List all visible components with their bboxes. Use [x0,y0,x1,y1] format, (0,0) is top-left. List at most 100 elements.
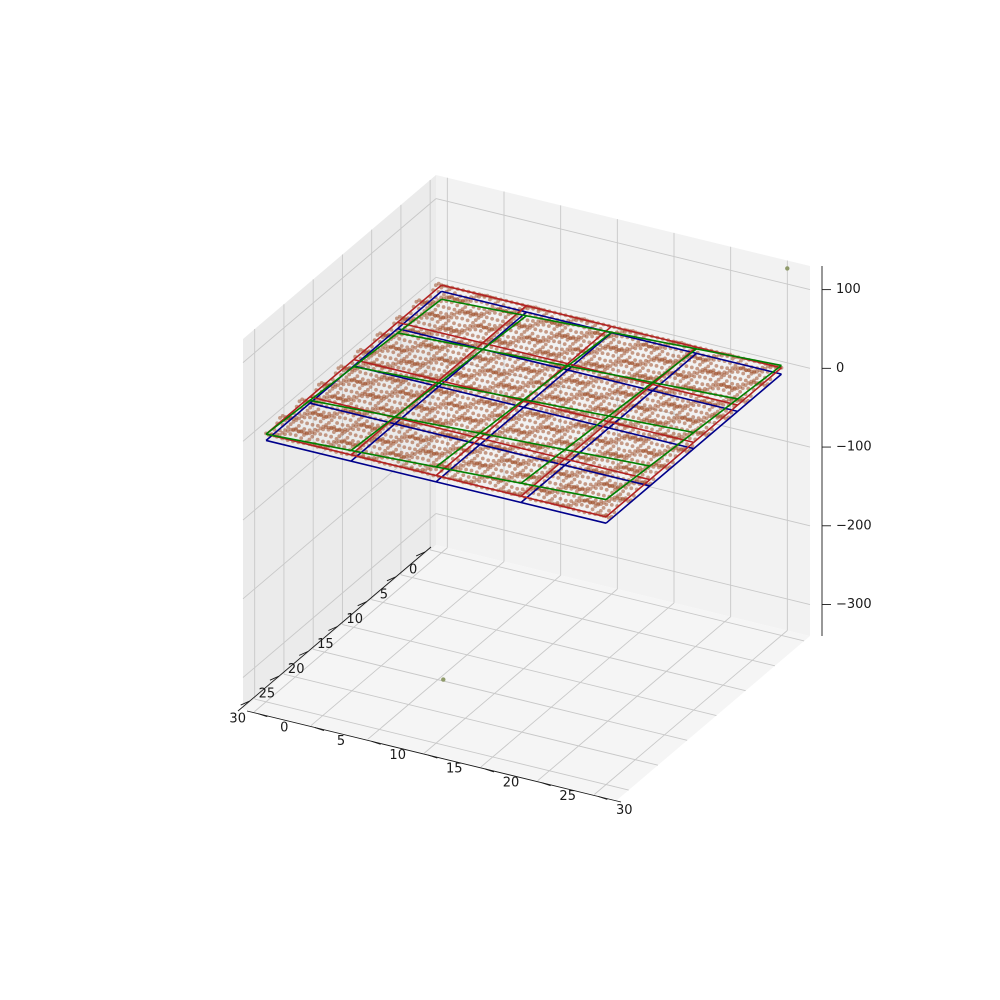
data-point [677,419,682,424]
data-point [357,398,362,403]
data-point [296,429,301,434]
data-point [541,322,546,327]
data-point [362,428,366,433]
data-point [493,483,498,488]
data-point [454,410,459,414]
data-point [636,352,640,357]
data-point [641,449,645,454]
data-point [578,471,582,475]
data-point [407,446,412,451]
data-point [384,408,388,413]
data-point [399,361,403,365]
data-point [464,348,469,353]
data-point [430,395,435,399]
data-point [545,367,550,372]
data-point [594,486,598,490]
data-point [694,409,698,414]
data-point [677,410,682,415]
data-point [535,363,539,368]
data-point [617,447,621,451]
data-point [733,367,738,371]
data-point [611,460,615,465]
data-point [376,401,381,405]
data-point [432,444,437,449]
data-point [466,396,470,401]
data-point [464,379,468,384]
data-point [463,311,467,316]
data-point [373,407,378,412]
data-point [642,403,647,408]
data-point [501,319,505,324]
data-point [415,443,420,448]
data-point [536,334,540,339]
data-point [515,486,520,491]
data-point [446,402,451,407]
data-point [582,403,587,408]
data-point [548,480,552,485]
x-tick-label: 15 [317,637,334,652]
data-point [454,441,458,446]
data-point [418,451,423,455]
data-point [535,429,540,434]
data-point [676,373,680,377]
data-point [494,360,499,365]
data-point [586,475,590,480]
data-point [278,416,282,420]
data-point [477,294,481,299]
z-tick-label: 100 [836,282,861,297]
data-point [429,361,433,365]
data-point [532,462,536,467]
data-point [483,451,488,455]
data-point [646,359,651,364]
data-point [724,379,729,383]
data-point [579,343,583,348]
data-point [324,396,329,400]
data-point [424,344,428,349]
data-point [515,464,520,468]
data-point [590,334,594,339]
data-point [700,382,705,387]
data-point [413,436,418,441]
data-point [583,459,588,464]
data-point [318,432,323,436]
data-point [649,363,653,367]
data-point [541,429,546,434]
data-point [354,424,358,429]
data-point [691,421,695,426]
data-point [574,330,578,334]
data-point [672,391,677,395]
data-point [634,409,638,414]
data-point [672,406,677,411]
data-point [477,372,482,377]
data-point [460,423,464,428]
data-point [636,430,641,435]
data-point [552,417,557,422]
data-point [707,407,712,412]
data-point [409,389,414,393]
data-point [364,425,369,429]
data-point [421,456,425,461]
data-point [371,397,375,401]
data-point [455,393,460,398]
data-point [476,334,480,339]
data-point [585,504,590,509]
data-point [532,375,536,379]
data-point [315,428,320,433]
data-point [643,362,648,367]
data-point [377,446,382,451]
data-point [484,408,489,413]
data-point [525,318,530,323]
data-point [438,317,443,321]
data-point [393,362,398,367]
data-point [484,422,489,426]
data-point [645,397,650,402]
data-point [638,453,643,457]
data-point [523,389,528,393]
data-point [522,339,526,344]
data-point [445,348,450,353]
data-point [532,343,537,348]
data-point [730,370,735,374]
data-point [487,311,492,315]
data-point [522,436,526,441]
data-point [696,432,700,437]
